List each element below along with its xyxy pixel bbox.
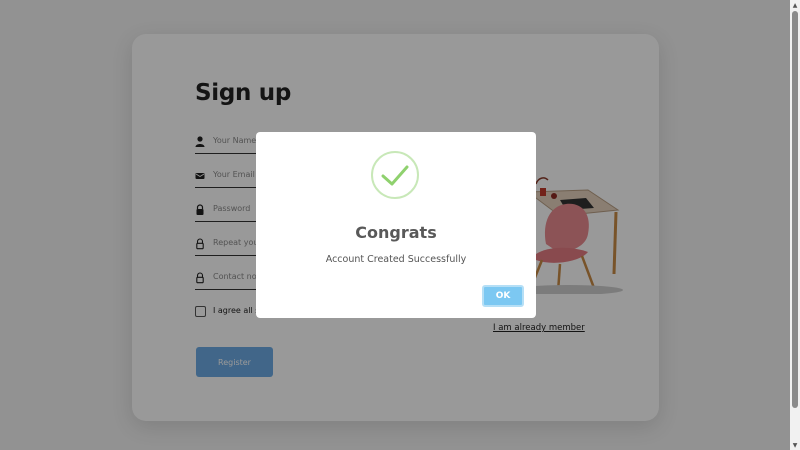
dialog-title: Congrats [355, 223, 437, 242]
vertical-scrollbar[interactable]: ▲ ▼ [790, 0, 800, 450]
scroll-down-arrow-icon[interactable]: ▼ [790, 440, 800, 450]
success-badge [371, 151, 419, 199]
success-dialog: Congrats Account Created Successfully OK [256, 132, 536, 318]
ok-button[interactable]: OK [482, 285, 524, 307]
check-icon [381, 165, 409, 186]
scroll-up-arrow-icon[interactable]: ▲ [790, 0, 800, 10]
scroll-thumb[interactable] [792, 11, 798, 408]
page: Sign up Your Name Your Email Password Re… [0, 0, 790, 450]
dialog-message: Account Created Successfully [325, 254, 467, 265]
